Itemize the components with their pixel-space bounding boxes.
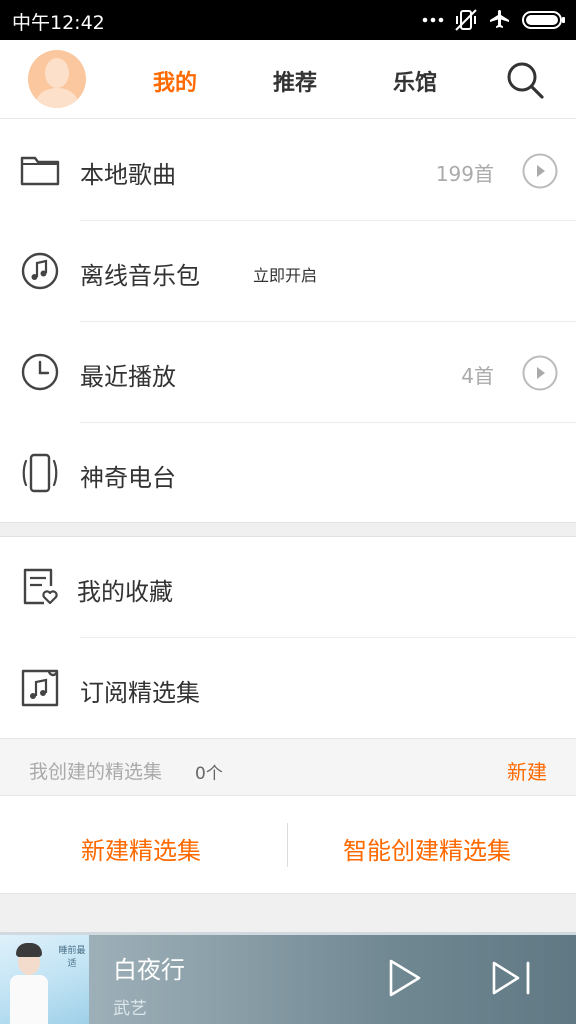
next-track-icon[interactable] <box>491 960 533 996</box>
list-item-magic-radio[interactable]: 神奇电台 <box>0 423 576 522</box>
subscribed-collections-label: 订阅精选集 <box>80 679 200 707</box>
cover-text: 睡前最适 <box>58 946 86 969</box>
local-songs-label: 本地歌曲 <box>80 161 176 189</box>
avatar-body-shape <box>36 88 78 108</box>
created-collections-count: 0个 <box>195 764 223 784</box>
play-circle-icon[interactable] <box>522 153 558 189</box>
status-time: 中午12:42 <box>12 12 105 34</box>
status-icons <box>422 8 566 32</box>
airplane-mode-icon <box>488 8 512 32</box>
local-songs-count: 199首 <box>435 162 494 186</box>
list-item-local-songs[interactable]: 本地歌曲 199首 <box>0 120 576 221</box>
recent-played-count: 4首 <box>461 364 494 388</box>
battery-icon <box>522 10 566 30</box>
list-item-my-favorites[interactable]: 我的收藏 <box>0 537 576 638</box>
cover-figure-shirt <box>10 975 48 1024</box>
phone-radio-icon <box>20 453 60 493</box>
mini-player[interactable]: 睡前最适 白夜行 武艺 <box>0 932 576 1024</box>
new-collection-button[interactable]: 新建 <box>507 756 547 785</box>
my-favorites-label: 我的收藏 <box>77 578 173 606</box>
status-bar: 中午12:42 <box>0 0 576 40</box>
play-circle-icon[interactable] <box>522 355 558 391</box>
folder-icon <box>20 150 60 190</box>
new-collection-action[interactable]: 新建精选集 <box>81 831 201 866</box>
smart-create-collection-action[interactable]: 智能创建精选集 <box>343 831 511 866</box>
recent-played-label: 最近播放 <box>80 363 176 391</box>
list-item-subscribed-collections[interactable]: 订阅精选集 <box>0 638 576 738</box>
more-dots-icon <box>422 16 444 24</box>
tab-mine[interactable]: 我的 <box>153 65 197 97</box>
music-note-circle-icon <box>20 251 60 291</box>
vibrate-off-icon <box>454 8 478 32</box>
cover-figure-hair <box>16 943 42 957</box>
clock-icon <box>20 352 60 392</box>
created-collections-title: 我创建的精选集 <box>29 761 163 783</box>
blank-area <box>0 894 576 932</box>
avatar-head-shape <box>45 58 69 88</box>
list-item-recent-played[interactable]: 最近播放 4首 <box>0 322 576 423</box>
enable-now-link[interactable]: 立即开启 <box>253 262 317 286</box>
magic-radio-label: 神奇电台 <box>80 464 176 492</box>
top-nav: 我的 推荐 乐馆 <box>0 40 576 119</box>
play-icon[interactable] <box>388 958 422 998</box>
music-ticket-icon <box>20 668 60 708</box>
divider <box>287 823 288 867</box>
avatar[interactable] <box>28 50 86 108</box>
collection-actions: 新建精选集 智能创建精选集 <box>0 796 576 894</box>
offline-package-label: 离线音乐包 <box>80 262 200 290</box>
list-item-offline-package[interactable]: 离线音乐包 立即开启 <box>0 221 576 322</box>
section-gap <box>0 522 576 537</box>
favorite-list-icon <box>20 567 60 607</box>
search-icon[interactable] <box>505 60 545 100</box>
tab-recommend[interactable]: 推荐 <box>273 65 317 97</box>
song-title: 白夜行 <box>113 956 185 984</box>
created-collections-bar: 我创建的精选集 0个 新建 <box>0 738 576 796</box>
tab-music-hall[interactable]: 乐馆 <box>393 65 437 97</box>
album-cover[interactable]: 睡前最适 <box>0 935 89 1024</box>
song-artist: 武艺 <box>113 999 147 1019</box>
